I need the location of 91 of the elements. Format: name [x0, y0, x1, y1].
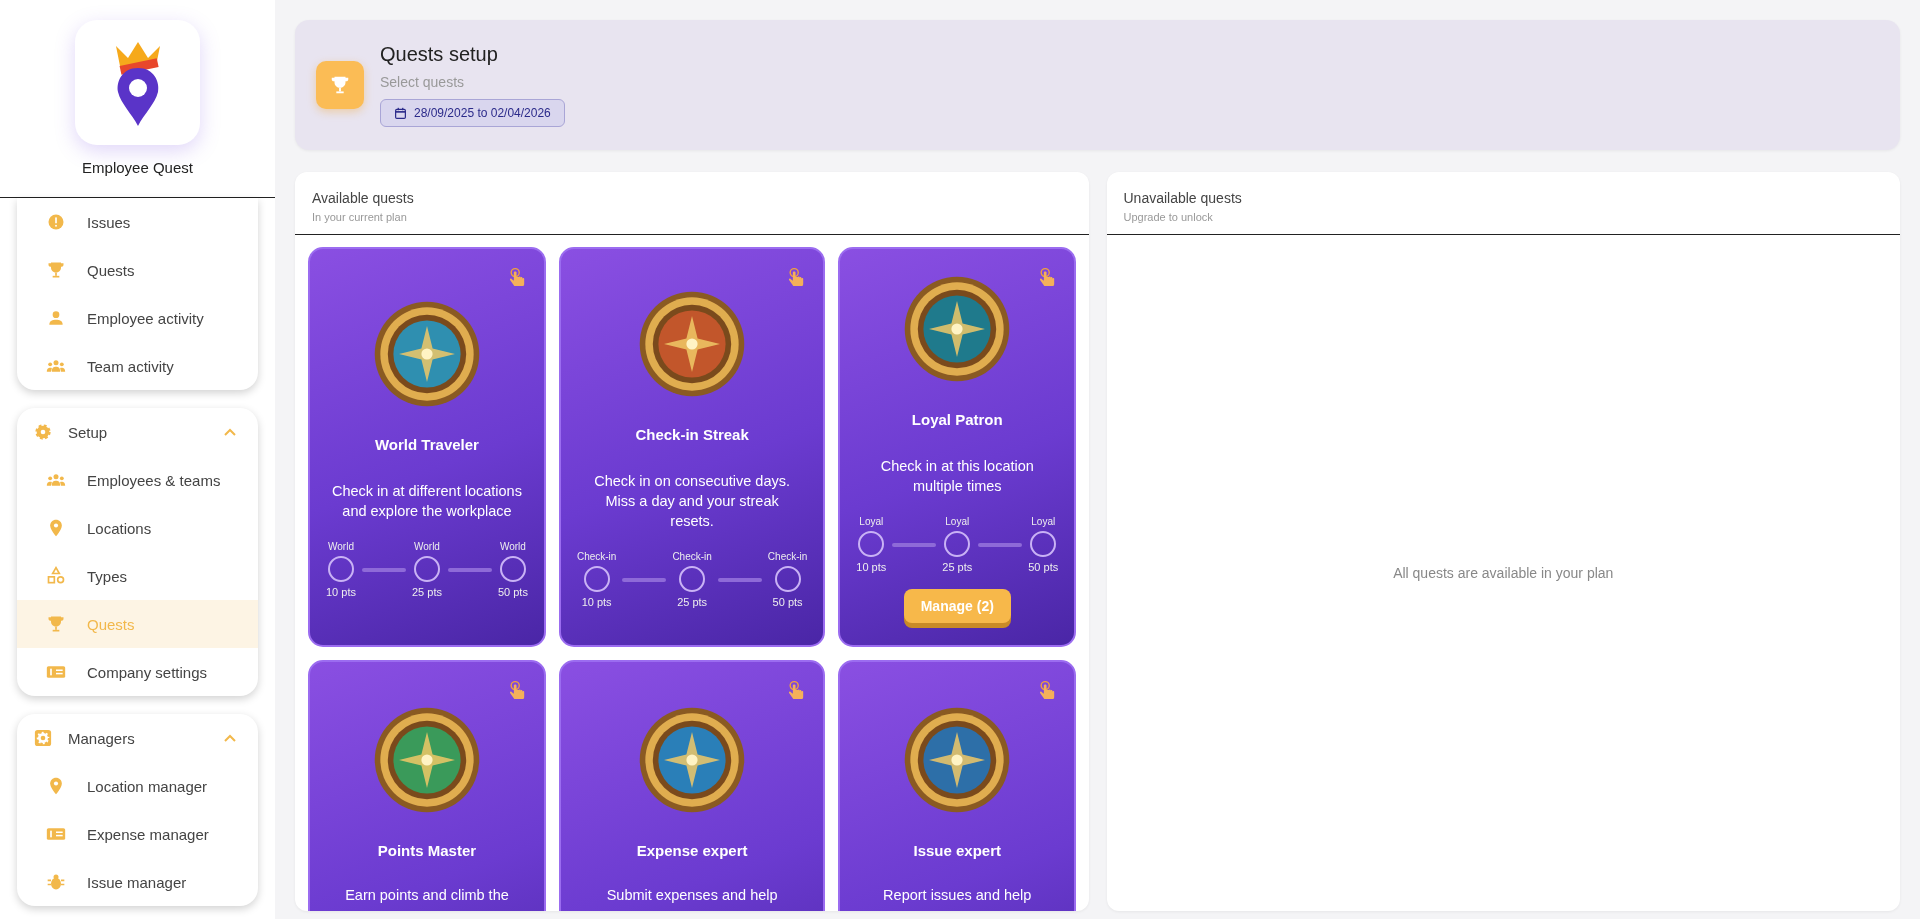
- alert-icon: [46, 212, 66, 232]
- milestone-label: Loyal: [945, 516, 970, 528]
- milestone-label: Check-in: [672, 551, 712, 563]
- milestone-circle: [328, 556, 354, 583]
- milestone-points: 50 pts: [772, 596, 803, 609]
- milestone-connector: [717, 577, 762, 582]
- nav-item[interactable]: Team activity: [17, 342, 258, 390]
- milestone-circle: [1030, 531, 1057, 558]
- quest-title: Points Master: [377, 842, 477, 859]
- milestone-connector: [447, 567, 492, 572]
- quest-description: Check in at different locations and explore the workplace: [330, 481, 523, 521]
- quest-description: Earn points and climb the: [345, 886, 509, 905]
- quest-card[interactable]: Expense expert Submit expenses and help: [558, 660, 826, 911]
- nav-item[interactable]: Types: [17, 552, 258, 600]
- nav-item[interactable]: Location manager: [17, 762, 258, 810]
- milestone-points: 50 pts: [497, 586, 528, 599]
- pointing-hand-icon: [1038, 267, 1057, 289]
- milestone-points: 25 pts: [942, 561, 973, 574]
- trophy-icon: [316, 61, 364, 109]
- nav-item[interactable]: Quests: [17, 246, 258, 294]
- milestone-circle: [679, 566, 706, 593]
- quest-title: Issue expert: [913, 842, 1002, 859]
- chevron-up-icon: [224, 428, 236, 436]
- pointing-hand-icon: [507, 680, 526, 702]
- milestone-label: World: [499, 541, 526, 553]
- milestone-connector: [361, 567, 406, 572]
- nav-item[interactable]: Issues: [17, 198, 258, 246]
- milestone-points: 25 pts: [677, 596, 708, 609]
- pointing-hand-icon: [507, 267, 526, 289]
- milestone-circle: [944, 531, 971, 558]
- milestone-label: Check-in: [767, 551, 808, 563]
- gear-icon: [34, 729, 52, 747]
- quest-description: Check in at this location multiple times: [879, 456, 1035, 496]
- milestone-points: 10 pts: [326, 586, 356, 599]
- pointing-hand-icon: [787, 267, 806, 289]
- nav-item[interactable]: Expense manager: [17, 810, 258, 858]
- quest-title: Check-in Streak: [635, 425, 749, 443]
- milestone-circle: [499, 556, 526, 583]
- milestone-label: Loyal: [859, 516, 884, 528]
- milestone-connector: [892, 542, 937, 547]
- calendar-icon: [394, 106, 407, 120]
- milestone-points: 10 pts: [581, 596, 612, 609]
- quest-card[interactable]: Issue expert Report issues and help: [838, 660, 1077, 911]
- pointing-hand-icon: [787, 680, 806, 702]
- app-name: Employee Quest: [82, 159, 193, 176]
- page-title: Quests setup: [380, 43, 499, 66]
- nav-item[interactable]: Employees & teams: [17, 456, 258, 504]
- quest-title: Expense expert: [636, 842, 748, 859]
- milestone-circle: [858, 531, 885, 558]
- person-icon: [46, 308, 66, 328]
- nav-group-header[interactable]: Managers: [17, 714, 258, 762]
- milestone-points: 10 pts: [856, 561, 887, 574]
- milestone-points: 25 pts: [411, 586, 442, 599]
- gear-icon: [34, 423, 52, 441]
- quest-title: Loyal Patron: [911, 410, 1003, 428]
- shapes-icon: [46, 566, 66, 586]
- empty-message: All quests are available in your plan: [1393, 565, 1614, 581]
- nav-item[interactable]: Locations: [17, 504, 258, 552]
- quest-title: World Traveler: [375, 435, 479, 453]
- trophy-icon: [46, 260, 66, 280]
- milestone-points: 50 pts: [1028, 561, 1059, 574]
- quest-description: Submit expenses and help: [606, 886, 778, 905]
- nav-group-header[interactable]: Setup: [17, 408, 258, 456]
- milestone-label: World: [328, 541, 354, 553]
- milestone-circle: [413, 556, 440, 583]
- panel-title: Unavailable quests: [1123, 190, 1243, 206]
- panel-subtitle: In your current plan: [312, 211, 408, 223]
- bug-icon: [46, 872, 66, 892]
- date-range-chip[interactable]: 28/09/2025 to 02/04/2026: [380, 99, 565, 127]
- milestone-connector: [978, 542, 1023, 547]
- milestone-circle: [583, 566, 610, 593]
- quest-card[interactable]: Check-in Streak Check in on consecutive days. Miss a day and your streak resets. Check-in 10 pts Check-in 25 pts Check-in 50 pts: [558, 247, 826, 647]
- milestone-label: Loyal: [1031, 516, 1056, 528]
- quest-card[interactable]: Loyal Patron Check in at this location multiple times Loyal 10 pts Loyal 25 pts Loyal 50 pts Manage (2): [838, 247, 1077, 647]
- quest-description: Report issues and help: [883, 886, 1032, 905]
- milestone-connector: [622, 577, 667, 582]
- pointing-hand-icon: [1038, 680, 1057, 702]
- milestone-circle: [774, 566, 801, 593]
- milestone-label: World: [414, 541, 440, 553]
- quest-description: Check in on consecutive days. Miss a day and your streak resets.: [593, 471, 792, 532]
- quest-card[interactable]: World Traveler Check in at different locations and explore the workplace World 10 pts World 25 pts World 50 pts: [308, 247, 546, 647]
- trophy-icon: [46, 614, 66, 634]
- page-subtitle: Select quests: [380, 74, 466, 90]
- panel-subtitle: Upgrade to unlock: [1123, 211, 1214, 223]
- nav-item[interactable]: Employee activity: [17, 294, 258, 342]
- chevron-up-icon: [224, 734, 236, 742]
- panel-title: Available quests: [312, 190, 415, 206]
- quest-card[interactable]: Points Master Earn points and climb the: [308, 660, 546, 911]
- nav-item[interactable]: Issue manager: [17, 858, 258, 906]
- nav-item[interactable]: Company settings: [17, 648, 258, 696]
- milestone-label: Check-in: [576, 551, 617, 563]
